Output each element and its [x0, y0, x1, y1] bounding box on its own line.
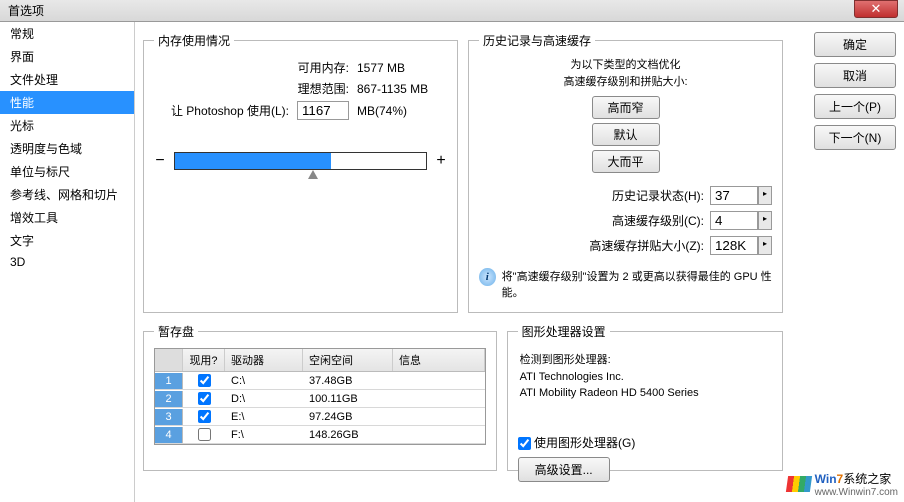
- slider-minus-icon[interactable]: −: [154, 152, 166, 170]
- available-label: 可用内存:: [298, 59, 349, 76]
- row-info: [393, 379, 485, 383]
- sidebar-item-10[interactable]: 3D: [0, 252, 134, 272]
- row-free: 37.48GB: [303, 373, 393, 389]
- gpu-detected-label: 检测到图形处理器:: [520, 352, 770, 369]
- tall-narrow-button[interactable]: 高而窄: [592, 96, 660, 119]
- let-use-suffix: MB(74%): [357, 104, 447, 118]
- cache-level-label: 高速缓存级别(C):: [612, 212, 704, 229]
- sidebar-item-5[interactable]: 透明度与色域: [0, 137, 134, 160]
- sidebar-item-2[interactable]: 文件处理: [0, 68, 134, 91]
- sidebar-item-4[interactable]: 光标: [0, 114, 134, 137]
- chevron-right-icon[interactable]: ▸: [758, 236, 772, 255]
- row-info: [393, 415, 485, 419]
- let-use-label: 让 Photoshop 使用(L):: [171, 102, 289, 119]
- row-number: 3: [155, 409, 183, 425]
- chevron-right-icon[interactable]: ▸: [758, 211, 772, 230]
- row-info: [393, 433, 485, 437]
- default-button[interactable]: 默认: [592, 123, 660, 146]
- ok-button[interactable]: 确定: [814, 32, 896, 57]
- col-active[interactable]: 现用?: [183, 349, 225, 371]
- tile-size-input[interactable]: [710, 236, 758, 255]
- row-active-checkbox[interactable]: [198, 428, 211, 441]
- titlebar: 首选项 ✕: [0, 0, 904, 22]
- slider-thumb-icon[interactable]: [308, 170, 318, 179]
- row-number: 2: [155, 391, 183, 407]
- big-flat-button[interactable]: 大而平: [592, 150, 660, 173]
- col-drive[interactable]: 驱动器: [225, 349, 303, 371]
- row-info: [393, 397, 485, 401]
- sidebar-item-1[interactable]: 界面: [0, 45, 134, 68]
- prev-button[interactable]: 上一个(P): [814, 94, 896, 119]
- memory-legend: 内存使用情况: [154, 32, 234, 49]
- ideal-label: 理想范围:: [298, 80, 349, 97]
- tile-size-label: 高速缓存拼贴大小(Z):: [589, 237, 704, 254]
- slider-fill: [175, 153, 331, 169]
- row-drive: D:\: [225, 391, 303, 407]
- available-value: 1577 MB: [357, 61, 447, 75]
- gpu-legend: 图形处理器设置: [518, 323, 610, 340]
- row-number: 4: [155, 427, 183, 443]
- table-header: 现用? 驱动器 空闲空间 信息: [155, 349, 485, 372]
- advanced-settings-button[interactable]: 高级设置...: [518, 457, 610, 482]
- table-row[interactable]: 4 F:\148.26GB: [155, 426, 485, 444]
- col-info[interactable]: 信息: [393, 349, 485, 371]
- watermark: Win7系统之家 www.Winwin7.com: [787, 470, 898, 498]
- slider-plus-icon[interactable]: +: [435, 152, 447, 170]
- window-title: 首选项: [8, 2, 44, 19]
- use-gpu-checkbox-label[interactable]: 使用图形处理器(G): [518, 436, 636, 450]
- row-active-checkbox[interactable]: [198, 374, 211, 387]
- cache-desc1: 为以下类型的文档优化: [479, 57, 772, 74]
- use-gpu-checkbox[interactable]: [518, 437, 531, 450]
- scratch-legend: 暂存盘: [154, 323, 198, 340]
- row-free: 97.24GB: [303, 409, 393, 425]
- gpu-panel: 图形处理器设置 检测到图形处理器: ATI Technologies Inc. …: [507, 323, 783, 471]
- col-free[interactable]: 空闲空间: [303, 349, 393, 371]
- sidebar-item-3[interactable]: 性能: [0, 91, 134, 114]
- sidebar: 常规界面文件处理性能光标透明度与色域单位与标尺参考线、网格和切片增效工具文字3D: [0, 22, 135, 502]
- gpu-vendor: ATI Technologies Inc.: [520, 369, 770, 386]
- sidebar-item-6[interactable]: 单位与标尺: [0, 160, 134, 183]
- sidebar-item-0[interactable]: 常规: [0, 22, 134, 45]
- row-drive: F:\: [225, 427, 303, 443]
- table-row[interactable]: 3 E:\97.24GB: [155, 408, 485, 426]
- scratch-table: 现用? 驱动器 空闲空间 信息 1C:\37.48GB2D:\100.11GB3…: [154, 348, 486, 445]
- close-icon[interactable]: ✕: [854, 0, 898, 18]
- windows-flag-icon: [786, 476, 812, 492]
- memory-panel: 内存使用情况 可用内存: 1577 MB 理想范围: 867-1135 MB 让…: [143, 32, 458, 313]
- let-use-input[interactable]: [297, 101, 349, 120]
- table-row[interactable]: 2 D:\100.11GB: [155, 390, 485, 408]
- cache-desc2: 高速缓存级别和拼贴大小:: [479, 74, 772, 91]
- scratch-panel: 暂存盘 现用? 驱动器 空闲空间 信息 1 C:\37.48GB 2 D:\100.1…: [143, 323, 497, 471]
- history-label: 历史记录状态(H):: [612, 187, 704, 204]
- cache-legend: 历史记录与高速缓存: [479, 32, 595, 49]
- sidebar-item-9[interactable]: 文字: [0, 229, 134, 252]
- chevron-right-icon[interactable]: ▸: [758, 186, 772, 205]
- cache-level-input[interactable]: [710, 211, 758, 230]
- gpu-model: ATI Mobility Radeon HD 5400 Series: [520, 385, 770, 402]
- row-free: 148.26GB: [303, 427, 393, 443]
- cancel-button[interactable]: 取消: [814, 63, 896, 88]
- history-input[interactable]: [710, 186, 758, 205]
- sidebar-item-8[interactable]: 增效工具: [0, 206, 134, 229]
- row-active-checkbox[interactable]: [198, 392, 211, 405]
- row-active-checkbox[interactable]: [198, 410, 211, 423]
- row-drive: C:\: [225, 373, 303, 389]
- info-icon: i: [479, 268, 496, 286]
- cache-info-text: 将"高速缓存级别"设置为 2 或更高以获得最佳的 GPU 性能。: [502, 268, 772, 300]
- table-row[interactable]: 1 C:\37.48GB: [155, 372, 485, 390]
- cache-panel: 历史记录与高速缓存 为以下类型的文档优化 高速缓存级别和拼贴大小: 高而窄 默认…: [468, 32, 783, 313]
- row-number: 1: [155, 373, 183, 389]
- row-drive: E:\: [225, 409, 303, 425]
- next-button[interactable]: 下一个(N): [814, 125, 896, 150]
- row-free: 100.11GB: [303, 391, 393, 407]
- memory-slider[interactable]: [174, 152, 427, 170]
- sidebar-item-7[interactable]: 参考线、网格和切片: [0, 183, 134, 206]
- ideal-value: 867-1135 MB: [357, 82, 447, 96]
